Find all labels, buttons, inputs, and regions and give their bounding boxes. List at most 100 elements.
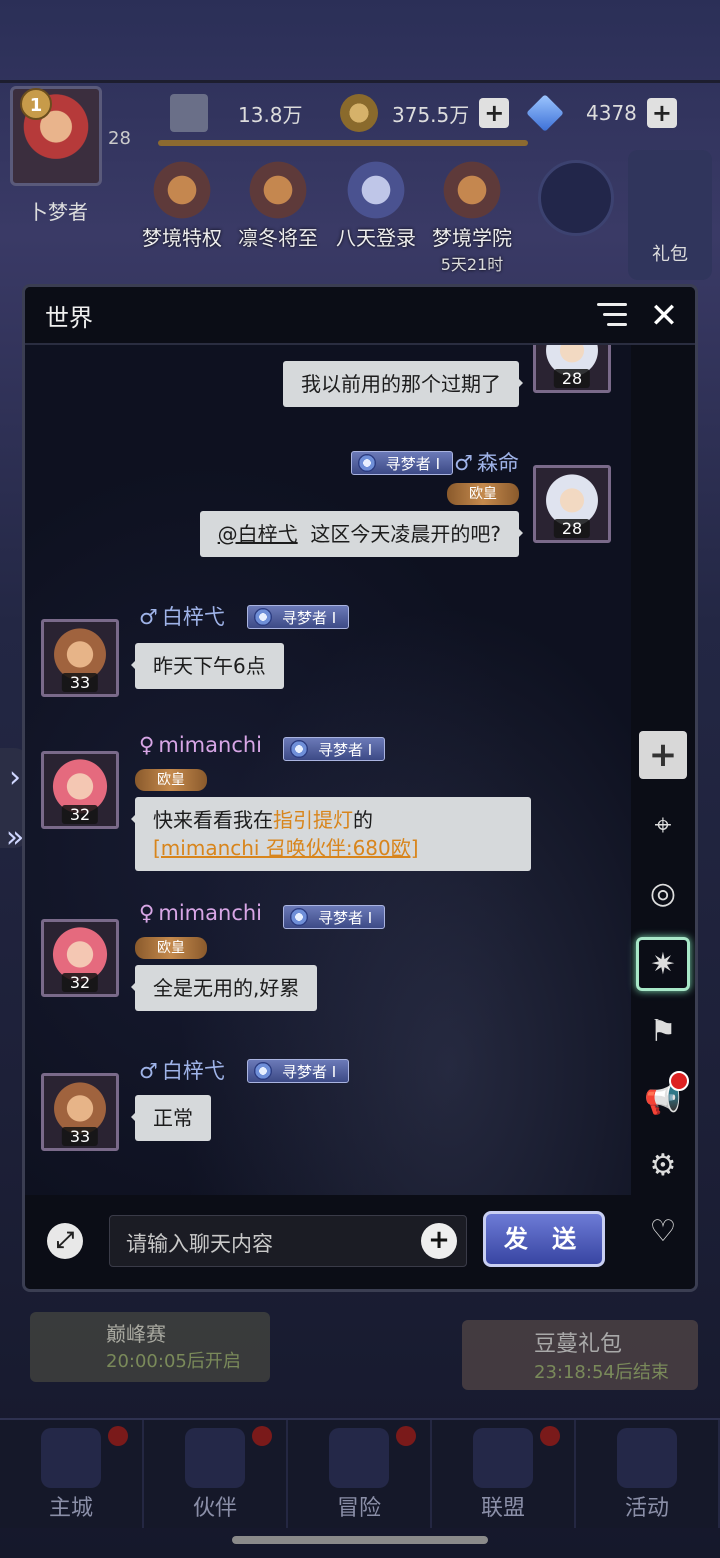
vip-badge: 欧皇 (135, 769, 207, 791)
gear-icon[interactable]: ⚙ (639, 1141, 687, 1189)
home-indicator[interactable] (232, 1536, 488, 1544)
login-8-icon (340, 160, 412, 220)
gold-coin-icon (340, 94, 378, 132)
chat-bubble: 全是无用的,好累 (130, 965, 318, 1011)
avatar[interactable]: 28 (533, 465, 611, 543)
chat-bubble: @白梓弋 这区今天凌晨开的吧? (199, 511, 524, 557)
shield-icon (473, 1428, 533, 1488)
sender-name[interactable]: ♂ 森命 (454, 447, 519, 477)
nav-events[interactable]: 活动 (576, 1420, 720, 1528)
winter-icon (242, 160, 314, 220)
player-name: 卜梦者 (28, 200, 88, 224)
beanstalk-gift-event[interactable]: 豆蔓礼包 23:18:54后结束 (462, 1320, 698, 1390)
sender-name[interactable]: ♂ 白梓弋 (139, 601, 225, 631)
avatar[interactable]: 32 (41, 751, 119, 829)
wizard-hat-icon (185, 1428, 245, 1488)
castle-icon (41, 1428, 101, 1488)
menu-icon[interactable] (597, 303, 627, 329)
quick-link-login[interactable]: 八天登录 (328, 160, 424, 251)
quick-link-winter[interactable]: 凛冬将至 (230, 160, 326, 251)
nav-alliance[interactable]: 联盟 (432, 1420, 576, 1528)
cards-icon (617, 1428, 677, 1488)
gold-value: 375.5万 (392, 102, 470, 127)
gift-pack-button[interactable]: 礼包 (628, 150, 712, 280)
diamond-icon (526, 94, 564, 132)
user-level-text: 28 (108, 128, 131, 149)
chat-input[interactable]: 请输入聊天内容 (109, 1215, 467, 1267)
academy-icon (436, 160, 508, 220)
notification-dot (108, 1426, 128, 1446)
quick-link-label: 八天登录 (336, 226, 416, 250)
shared-summon-link: [mimanchi 召唤伙伴:680欧] (153, 836, 419, 860)
notification-dot (396, 1426, 416, 1446)
rank-badge: 寻梦者 I (247, 1059, 350, 1083)
rank-badge: 寻梦者 I (283, 737, 386, 761)
chat-header: 世界 ✕ (25, 287, 695, 345)
vip-badge: 欧皇 (135, 937, 207, 959)
compass-icon[interactable]: ✷ (636, 937, 690, 991)
avatar[interactable]: 33 (41, 1073, 119, 1151)
collapse-button[interactable] (538, 160, 614, 236)
nav-adventure[interactable]: 冒险 (288, 1420, 432, 1528)
link-text: 指引提灯 (273, 808, 353, 832)
rank-badge: 寻梦者 I (350, 451, 453, 475)
event-title: 巅峰赛 (106, 1322, 166, 1346)
gem-value: 4378 (586, 101, 637, 125)
event-timer: 20:00:05后开启 (106, 1351, 241, 1372)
send-button[interactable]: 发 送 (483, 1211, 605, 1267)
exp-bar (158, 140, 528, 146)
chat-bubble: 正常 (131, 1095, 211, 1141)
quick-link-label: 凛冬将至 (238, 226, 318, 250)
notification-dot (540, 1426, 560, 1446)
gold-display: 375.5万 + (340, 94, 510, 132)
chat-channel-toolbar: + ⌖ ◎ ✷ ⚑ 📢 ⚙ ♡ (631, 345, 695, 1289)
quick-link-label: 梦境学院 (432, 226, 512, 250)
sword-icon (170, 94, 208, 132)
megaphone-icon[interactable]: 📢 (639, 1071, 689, 1123)
rank-badge: 寻梦者 I (247, 605, 350, 629)
quick-link-privilege[interactable]: 梦境特权 (134, 160, 230, 251)
player-level-badge: 1 (20, 88, 52, 120)
plus-icon[interactable]: + (639, 731, 687, 779)
quick-link-label: 梦境特权 (142, 226, 222, 250)
avatar[interactable]: 33 (41, 619, 119, 697)
power-display: 13.8万 (170, 94, 303, 132)
add-gold-button[interactable]: + (479, 98, 510, 128)
nav-partners[interactable]: 伙伴 (144, 1420, 288, 1528)
add-gem-button[interactable]: + (646, 98, 677, 128)
bottom-nav: 主城 伙伴 冒险 联盟 活动 (0, 1418, 720, 1528)
sender-name[interactable]: ♀ mimanchi (139, 901, 262, 925)
chat-bubble: 昨天下午6点 (131, 643, 284, 689)
gift-pack-label: 礼包 (652, 244, 688, 265)
privilege-icon (146, 160, 218, 220)
avatar[interactable]: 32 (41, 919, 119, 997)
chat-bubble: 我以前用的那个过期了 (283, 361, 523, 407)
chat-input-row: ⤢ 请输入聊天内容 + 发 送 (25, 1195, 631, 1289)
message-list[interactable]: 28 我以前用的那个过期了 ♂ 森命 寻梦者 I 欧皇 28 @白梓弋 这区今天凌… (25, 345, 631, 1195)
event-title: 豆蔓礼包 (534, 1332, 623, 1357)
chat-bubble[interactable]: 快来看看我在指引提灯的 [mimanchi 召唤伙伴:680欧] (131, 797, 531, 871)
event-timer: 23:18:54后结束 (534, 1362, 669, 1383)
add-attachment-icon[interactable]: + (421, 1223, 457, 1259)
notification-dot (252, 1426, 272, 1446)
expand-icon[interactable]: ⤢ (47, 1223, 83, 1259)
nav-main-city[interactable]: 主城 (0, 1420, 144, 1528)
peak-match-event[interactable]: 巅峰赛 20:00:05后开启 (30, 1312, 270, 1382)
heart-chat-icon[interactable]: ♡ (639, 1207, 687, 1255)
quick-link-timer: 5天21时 (440, 255, 504, 274)
chat-title: 世界 (45, 303, 93, 332)
avatar[interactable]: 28 (533, 345, 611, 393)
planet-icon[interactable]: ◎ (639, 869, 687, 917)
quick-link-academy[interactable]: 梦境学院 5天21时 (424, 160, 520, 275)
notification-dot (669, 1071, 689, 1091)
location-icon[interactable]: ⌖ (639, 801, 687, 849)
sender-name[interactable]: ♀ mimanchi (139, 733, 262, 757)
power-value: 13.8万 (238, 102, 303, 127)
vip-badge: 欧皇 (447, 483, 519, 505)
close-icon[interactable]: ✕ (647, 299, 681, 333)
banner-icon[interactable]: ⚑ (639, 1007, 687, 1055)
sender-name[interactable]: ♂ 白梓弋 (139, 1055, 225, 1085)
world-chat-panel: 世界 ✕ 28 我以前用的那个过期了 ♂ 森命 寻梦者 I 欧皇 28 @白梓弋 … (22, 284, 698, 1292)
compass-icon (329, 1428, 389, 1488)
rank-badge: 寻梦者 I (283, 905, 386, 929)
